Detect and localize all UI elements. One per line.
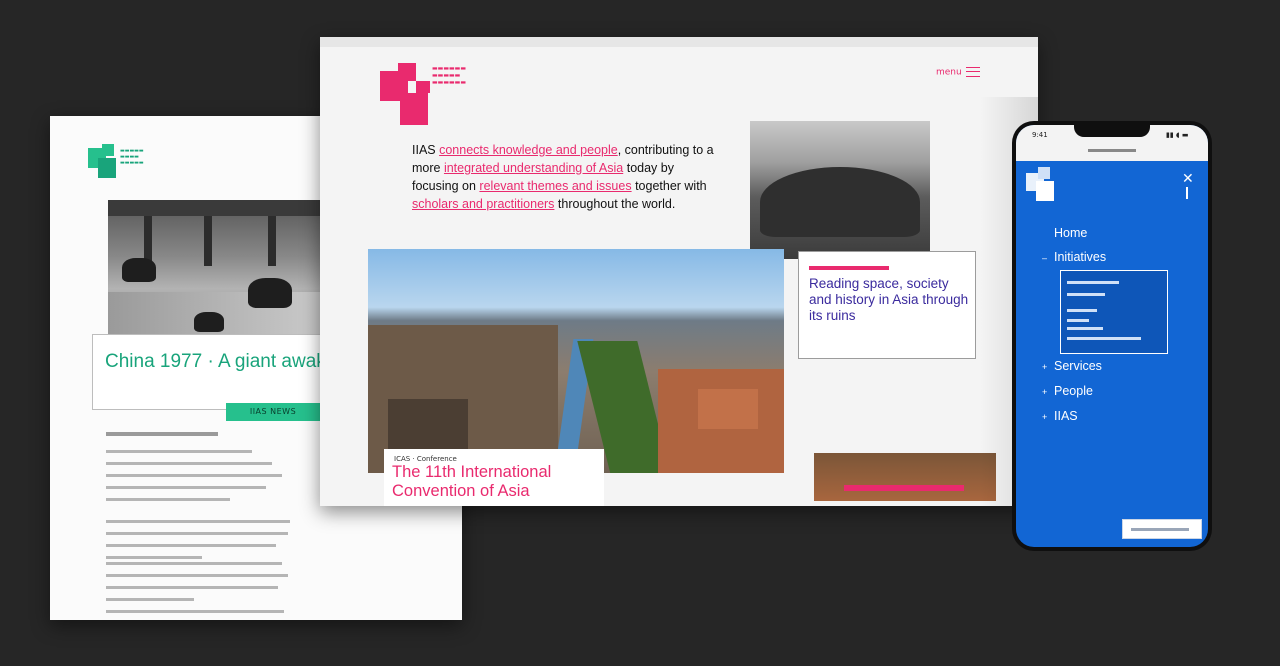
signal-icon: ▮▮ ◖ ▬ [1166,131,1189,139]
address-bar[interactable] [1088,149,1136,152]
mobile-device: 9:41 ▮▮ ◖ ▬ ✕ Home – Initiatives + Service… [1012,121,1212,551]
event-heading: The 11th International Convention of Asi… [392,463,552,500]
intro-link-asia[interactable]: integrated understanding of Asia [444,161,623,175]
intro-link-themes[interactable]: relevant themes and issues [479,179,631,193]
article-photo [108,200,348,348]
browser-top-bar [320,37,1038,47]
mobile-menu-screen: 9:41 ▮▮ ◖ ▬ ✕ Home – Initiatives + Service… [1016,125,1208,547]
logo-wordmark: ▬▬▬▬▬▬ ▬▬▬▬▬ ▬▬▬▬▬▬ [432,65,467,86]
expand-icon: + [1042,387,1048,397]
logo-wordmark: ▬▬▬▬▬ ▬▬▬▬ ▬▬▬▬▬ [120,148,144,166]
intro-link-knowledge[interactable]: connects knowledge and people [439,143,618,157]
city-aerial-photo[interactable] [368,249,784,473]
event-card[interactable]: ICAS · Conference The 11th International… [384,449,604,506]
close-label [1186,187,1188,199]
phone-notch [1074,125,1150,137]
article-title-card: China 1977 · A giant awakens [92,334,356,410]
nav-item-iias[interactable]: + IIAS [1042,404,1106,429]
nav-item-services[interactable]: + Services [1042,354,1106,379]
feature-kicker [809,266,889,270]
intro-paragraph: IIAS connects knowledge and people, cont… [412,143,714,211]
expand-icon: + [1042,412,1048,422]
nav-item-initiatives[interactable]: – Initiatives [1042,245,1106,270]
feature-card[interactable]: Reading space, society and history in As… [798,251,976,359]
intro-link-scholars[interactable]: scholars and practitioners [412,197,554,211]
desktop-homepage-preview: ▬▬▬▬▬▬ ▬▬▬▬▬ ▬▬▬▬▬▬ menu IIAS connects kno… [320,37,1038,506]
collapse-icon: – [1042,253,1048,263]
nav-item-people[interactable]: + People [1042,379,1106,404]
feature-heading: Reading space, society and history in As… [809,276,969,323]
article-tag[interactable]: IIAS NEWS [226,403,320,421]
iias-logo-white [1026,167,1054,201]
close-icon[interactable]: ✕ [1182,171,1194,187]
status-time: 9:41 [1032,131,1048,139]
menu-button[interactable]: menu [936,67,980,78]
ruins-photo[interactable] [750,121,930,259]
expand-icon: + [1042,362,1048,372]
article-byline [106,432,218,436]
news-thumbnail[interactable] [814,453,996,501]
menu-label: menu [936,67,962,78]
initiatives-submenu[interactable] [1060,270,1168,354]
hamburger-menu-icon [965,67,980,77]
search-input[interactable] [1122,519,1202,539]
event-meta: ICAS · Conference [394,455,457,463]
nav-item-home[interactable]: Home [1042,221,1106,245]
